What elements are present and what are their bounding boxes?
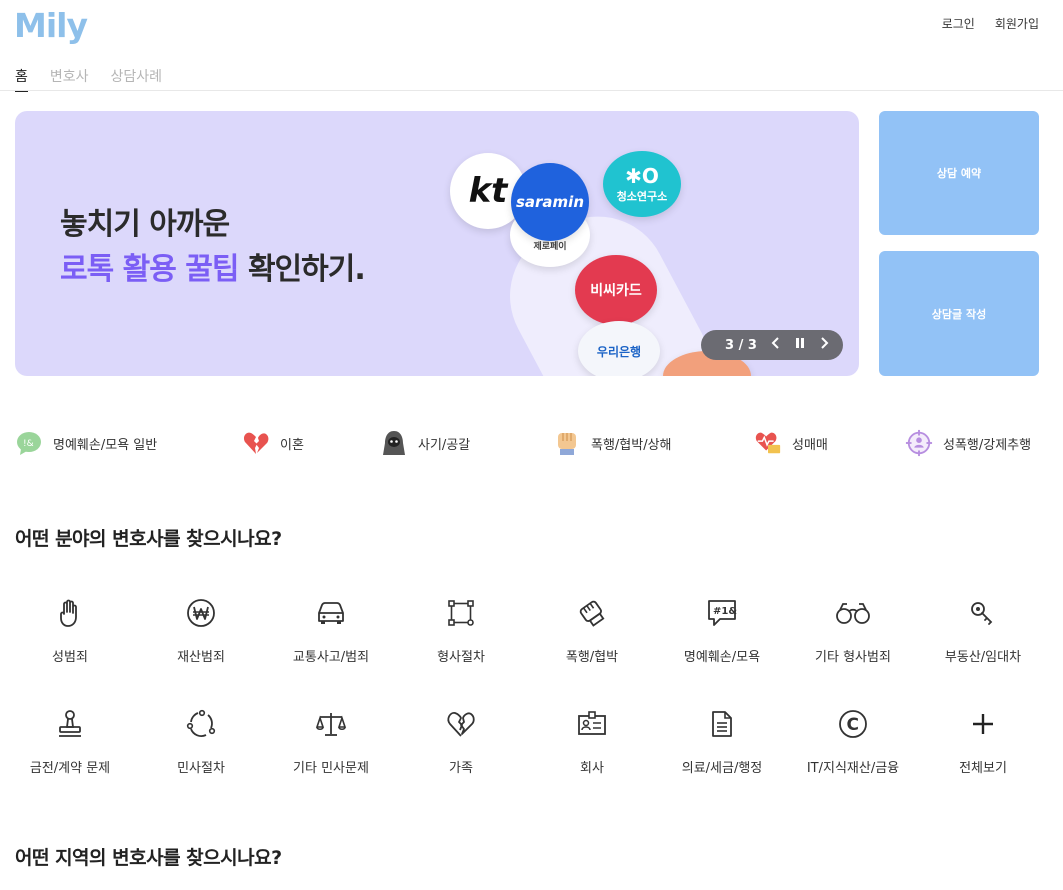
category-label: IT/지식재산/금융 [806,761,900,776]
quick-link-label: 폭행/협박/상해 [591,437,672,453]
auth-links: 로그인 회원가입 [942,15,1039,32]
youth-coin-logo: ✱O [625,164,659,188]
saramin-coin: saramin [511,163,589,241]
woori-bank-coin: 우리은행 [578,321,660,376]
banner-headline-rest: 확인하기. [238,252,366,287]
quick-link-defamation[interactable]: !& 명예훼손/모욕 일반 [15,428,157,458]
category-other-criminal[interactable]: 기타 형사범죄 [788,596,918,665]
heart-money-icon [754,429,782,457]
pause-icon[interactable] [795,337,805,353]
main-tabs: 홈 변호사 상담사례 [15,66,162,92]
category-assault-threat[interactable]: 폭행/협박 [527,596,657,665]
cycle-icon [136,707,266,741]
category-label: 교통사고/범죄 [292,650,370,665]
category-label: 재산범죄 [177,650,225,665]
svg-text:#1&: #1& [713,606,737,617]
tabs-divider [0,90,1063,91]
bc-card-coin: 비씨카드 [575,255,657,325]
category-sex-crime[interactable]: 성범죄 [5,596,135,665]
quick-link-fraud[interactable]: 사기/공갈 [380,428,470,458]
category-label: 성범죄 [52,650,88,665]
pager-count: 3 / 3 [725,337,757,353]
broken-heart-icon [242,429,270,457]
category-civil-procedure[interactable]: 민사절차 [136,707,266,776]
youth-coin: ✱O 청소연구소 [603,151,681,217]
quick-link-assault[interactable]: 폭행/협박/상해 [553,428,672,458]
tab-lawyers[interactable]: 변호사 [50,66,89,92]
category-it-ip-finance[interactable]: C IT/지식재산/금융 [788,707,918,776]
youth-coin-label: 청소연구소 [616,190,668,203]
category-view-all[interactable]: 전체보기 [918,707,1048,776]
copyright-icon: C [788,707,918,741]
quick-link-label: 사기/공갈 [418,437,471,453]
field-section-title: 어떤 분야의 변호사를 찾으시나요? [15,528,282,550]
quick-link-label: 성매매 [792,437,828,453]
stamp-icon [5,707,135,741]
tab-cases[interactable]: 상담사례 [111,66,163,92]
fist-icon [527,596,657,630]
hand-stop-icon [5,596,135,630]
document-icon [657,707,787,741]
banner-pager: 3 / 3 [701,330,843,360]
broken-heart-icon [396,707,526,741]
quick-link-prostitution[interactable]: 성매매 [754,428,828,458]
quick-link-label: 이혼 [280,437,304,453]
category-label: 폭행/협박 [565,650,619,665]
category-label: 의료/세금/행정 [681,761,763,776]
category-label: 회사 [580,761,604,776]
key-icon [918,596,1048,630]
id-badge-icon [527,707,657,741]
car-icon [266,596,396,630]
banner-headline-line1: 놓치기 아까운 [60,207,230,242]
category-property-crime[interactable]: 재산범죄 [136,596,266,665]
category-real-estate[interactable]: 부동산/임대차 [918,596,1048,665]
category-label: 가족 [449,761,473,776]
category-medical-tax-admin[interactable]: 의료/세금/행정 [657,707,787,776]
region-section-title: 어떤 지역의 변호사를 찾으시나요? [15,847,282,869]
binoculars-icon [788,596,918,630]
chevron-left-icon[interactable] [771,337,781,353]
category-defamation[interactable]: #1& 명예훼손/모욕 [657,596,787,665]
category-label: 금전/계약 문제 [29,761,111,776]
category-label: 형사절차 [437,650,485,665]
promo-banner[interactable]: 놓치기 아까운 로톡 활용 꿀팁 확인하기. kt ✱O 청소연구소 zero … [15,111,859,376]
tab-home[interactable]: 홈 [15,66,28,92]
login-link[interactable]: 로그인 [942,15,975,32]
quick-link-label: 명예훼손/모욕 일반 [53,437,158,453]
won-coin-icon [136,596,266,630]
category-other-civil[interactable]: 기타 민사문제 [266,707,396,776]
category-company[interactable]: 회사 [527,707,657,776]
category-label: 민사절차 [177,761,225,776]
category-criminal-procedure[interactable]: 형사절차 [396,596,526,665]
quick-link-sexual-assault[interactable]: 성폭행/강제추행 [905,428,1031,458]
symbols-bubble-icon: #1& [657,596,787,630]
category-label: 전체보기 [959,761,1007,776]
svg-text:C: C [847,715,859,735]
quick-link-divorce[interactable]: 이혼 [242,428,304,458]
plus-icon [918,707,1048,741]
flow-nodes-icon [396,596,526,630]
quick-link-label: 성폭행/강제추행 [943,437,1032,453]
logo[interactable]: Mily [14,6,88,45]
category-label: 기타 민사문제 [293,761,369,776]
category-money-contract[interactable]: 금전/계약 문제 [5,707,135,776]
fist-icon [553,429,581,457]
speech-bubble-icon: !& [15,429,43,457]
category-traffic[interactable]: 교통사고/범죄 [266,596,396,665]
hooded-thief-icon [380,429,408,457]
banner-highlight: 로톡 활용 꿀팁 [60,252,239,287]
signup-link[interactable]: 회원가입 [995,15,1039,32]
category-label: 명예훼손/모욕 [683,650,761,665]
svg-text:!&: !& [23,439,34,449]
category-label: 부동산/임대차 [944,650,1022,665]
category-family[interactable]: 가족 [396,707,526,776]
scales-icon [266,707,396,741]
chevron-right-icon[interactable] [819,337,829,353]
write-consult-button[interactable]: 상담글 작성 [879,251,1039,376]
target-person-icon [905,429,933,457]
category-label: 기타 형사범죄 [815,650,891,665]
reserve-consult-button[interactable]: 상담 예약 [879,111,1039,235]
banner-headline-line2: 로톡 활용 꿀팁 확인하기. [60,244,366,288]
